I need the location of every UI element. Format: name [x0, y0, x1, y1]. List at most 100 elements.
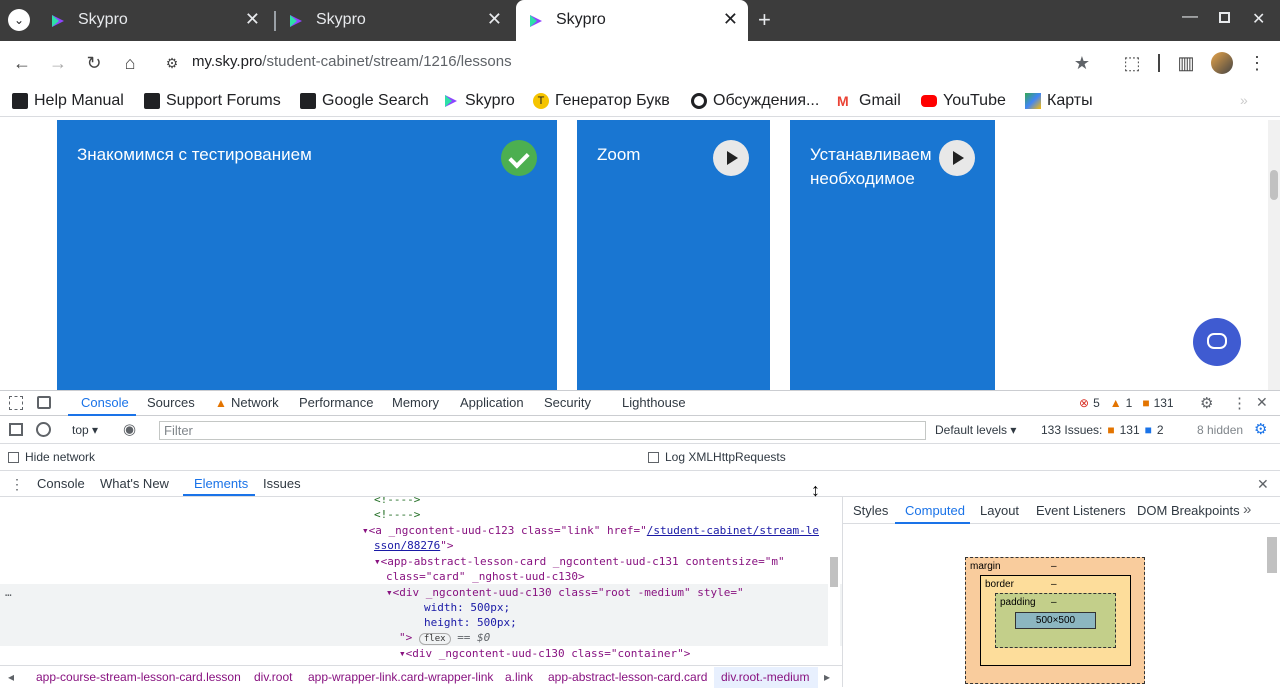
sidebar-tab-event-listeners[interactable]: Event Listeners [1036, 503, 1126, 518]
breadcrumb-item[interactable]: app-abstract-lesson-card.card [548, 670, 707, 684]
log-xhr-checkbox[interactable]: Log XMLHttpRequests [648, 450, 786, 464]
tab-memory[interactable]: Memory [392, 395, 439, 410]
error-counter[interactable]: ⊗ 5 ▲ 1 ■ 131 [1079, 396, 1174, 410]
bookmark-generator[interactable]: T Генератор Букв [533, 90, 670, 112]
drawer-tab-whats-new[interactable]: What's New [100, 476, 169, 491]
tab-3[interactable]: Skypro ✕ [516, 0, 748, 41]
tab-lighthouse[interactable]: Lighthouse [622, 395, 686, 410]
breadcrumb-scroll-left-icon[interactable]: ◂ [8, 670, 14, 684]
tab-1[interactable]: Skypro ✕ [38, 0, 270, 41]
forward-icon[interactable]: → [46, 51, 70, 75]
sidebar-toggle-icon[interactable] [9, 423, 23, 436]
inspect-element-icon[interactable] [9, 396, 23, 410]
lesson-title: Знакомимся с тестированием [77, 145, 312, 164]
reload-icon[interactable]: ↻ [82, 51, 106, 75]
dom-node-a[interactable]: ▾<a _ngcontent-uud-c123 class="link" hre… [362, 524, 819, 537]
filter-input[interactable]: Filter [159, 421, 926, 440]
drawer-tab-console[interactable]: Console [37, 476, 85, 491]
extensions-icon[interactable]: ⬚ [1120, 51, 1144, 75]
style-width: width: 500px; [424, 601, 511, 614]
dom-node-card[interactable]: ▾<app-abstract-lesson-card _ngcontent-uu… [374, 555, 785, 568]
tab-network[interactable]: Network [231, 395, 279, 410]
lesson-card[interactable]: Знакомимся с тестированием [57, 120, 557, 390]
close-window-button[interactable]: ✕ [1252, 9, 1265, 29]
bookmark-youtube[interactable]: YouTube [921, 90, 1006, 112]
drawer-tab-elements[interactable]: Elements [194, 476, 248, 491]
sidebar-tab-styles[interactable]: Styles [853, 503, 888, 518]
scrollbar-thumb[interactable] [830, 557, 838, 587]
bookmark-gmail[interactable]: M Gmail [837, 90, 901, 112]
maximize-button[interactable] [1219, 12, 1230, 23]
side-panel-icon[interactable]: ▥ [1174, 51, 1198, 75]
play-icon[interactable] [713, 140, 749, 176]
settings-gear-icon[interactable]: ⚙ [1200, 394, 1213, 412]
minimize-button[interactable]: — [1182, 8, 1198, 26]
tab-application[interactable]: Application [460, 395, 524, 410]
kebab-menu-icon[interactable]: ⋮ [1245, 51, 1269, 75]
context-select[interactable]: top ▾ [72, 423, 98, 437]
lesson-card[interactable]: Устанавливаем необходимое [790, 120, 995, 390]
ellipsis-icon[interactable]: … [5, 586, 12, 599]
bookmark-google-search[interactable]: Google Search [300, 90, 429, 112]
bookmark-discussions[interactable]: Обсуждения... [691, 90, 819, 112]
flex-badge[interactable]: flex [418, 633, 451, 645]
bookmark-maps[interactable]: Карты [1025, 90, 1093, 112]
clear-console-icon[interactable] [36, 422, 51, 437]
bookmark-support-forums[interactable]: Support Forums [144, 90, 281, 112]
bookmark-skypro[interactable]: Skypro [443, 90, 515, 112]
page-scrollbar[interactable] [1268, 120, 1280, 390]
url-text[interactable]: my.sky.pro/student-cabinet/stream/1216/l… [192, 53, 512, 70]
breadcrumb-item[interactable]: a.link [505, 670, 533, 684]
dom-node-card-cont[interactable]: class="card" _nghost-uud-c130> [386, 570, 585, 583]
breadcrumb-item[interactable]: div.root.-medium [721, 670, 809, 684]
devtools-menu-icon[interactable]: ⋮ [1232, 394, 1247, 412]
home-icon[interactable]: ⌂ [118, 51, 142, 75]
issues-summary[interactable]: 133 Issues: ■ 131 ■ 2 [1041, 423, 1164, 437]
tab-search-button[interactable]: ⌄ [8, 9, 30, 31]
sidebar-scrollbar-thumb[interactable] [1267, 537, 1277, 573]
site-info-icon[interactable]: ⚙ [160, 51, 184, 75]
eye-icon[interactable]: ◉ [123, 420, 136, 438]
dom-node-a-cont[interactable]: sson/88276"> [374, 539, 453, 552]
breadcrumb-scroll-right-icon[interactable]: ▸ [824, 670, 830, 684]
avatar[interactable] [1211, 52, 1233, 74]
sidebar-tab-computed[interactable]: Computed [905, 503, 965, 518]
tab-2[interactable]: Skypro ✕ [276, 0, 512, 41]
bookmarks-overflow-icon[interactable]: » [1240, 92, 1248, 108]
elements-scrollbar[interactable] [828, 497, 840, 665]
dom-node-container[interactable]: ▾<div _ngcontent-uud-c130 class="contain… [399, 647, 690, 660]
lesson-card[interactable]: Zoom [577, 120, 770, 390]
sidebar-tab-dom-breakpoints[interactable]: DOM Breakpoints [1137, 503, 1240, 518]
close-icon[interactable]: ✕ [487, 9, 502, 30]
elements-tree[interactable]: <!----> <!----> ▾<a _ngcontent-uud-c123 … [0, 497, 842, 665]
device-toolbar-icon[interactable] [37, 396, 51, 409]
back-icon[interactable]: ← [10, 51, 34, 75]
breadcrumb-item[interactable]: app-course-stream-lesson-card.lesson [36, 670, 241, 684]
play-icon[interactable] [939, 140, 975, 176]
close-icon[interactable]: ✕ [723, 9, 738, 30]
hide-network-checkbox[interactable]: Hide network [8, 450, 95, 464]
scrollbar-thumb[interactable] [1270, 170, 1278, 200]
sidebar-tab-layout[interactable]: Layout [980, 503, 1019, 518]
bookmark-help-manual[interactable]: Help Manual [12, 90, 124, 112]
more-tabs-icon[interactable]: » [1243, 501, 1251, 518]
levels-select[interactable]: Default levels ▾ [935, 423, 1016, 437]
style-height: height: 500px; [424, 616, 517, 629]
console-settings-icon[interactable]: ⚙ [1254, 420, 1267, 438]
new-tab-button[interactable]: + [758, 7, 771, 33]
star-icon[interactable]: ★ [1070, 51, 1094, 75]
close-drawer-icon[interactable]: ✕ [1257, 476, 1269, 493]
drawer-menu-icon[interactable]: ⋮ [10, 476, 24, 493]
breadcrumb-item[interactable]: div.root [254, 670, 292, 684]
chat-button[interactable] [1193, 318, 1241, 366]
tab-console[interactable]: Console [81, 395, 129, 410]
t-icon: T [533, 93, 549, 109]
breadcrumb-item[interactable]: app-wrapper-link.card-wrapper-link [308, 670, 493, 684]
drawer-tab-issues[interactable]: Issues [263, 476, 301, 491]
close-devtools-icon[interactable]: ✕ [1256, 394, 1268, 411]
tab-sources[interactable]: Sources [147, 395, 195, 410]
tab-security[interactable]: Security [544, 395, 591, 410]
dom-node-div-root[interactable]: ▾<div _ngcontent-uud-c130 class="root -m… [386, 586, 744, 599]
close-icon[interactable]: ✕ [245, 9, 260, 30]
tab-performance[interactable]: Performance [299, 395, 373, 410]
